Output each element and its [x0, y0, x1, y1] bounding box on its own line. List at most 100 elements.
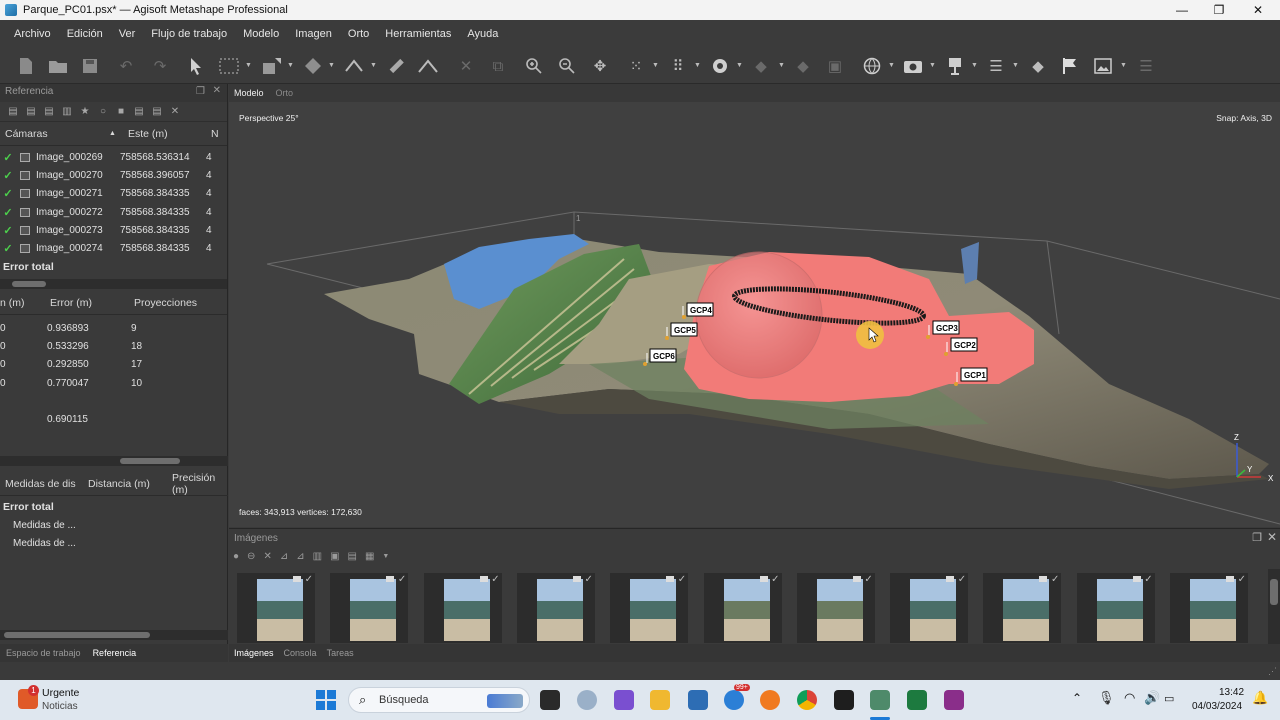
- menu-archivo[interactable]: Archivo: [6, 28, 59, 40]
- import-icon[interactable]: ▤: [6, 105, 20, 119]
- distance-col-header[interactable]: Distancia (m): [88, 478, 150, 490]
- maximize-button[interactable]: ❐: [1201, 0, 1237, 20]
- new-document-icon[interactable]: [16, 56, 36, 76]
- enable-icon[interactable]: ●: [233, 551, 239, 562]
- float-panel-icon[interactable]: ❐: [196, 86, 205, 97]
- windows-start-icon[interactable]: [316, 690, 336, 710]
- dropdown-arrow-icon[interactable]: ▼: [652, 62, 659, 69]
- pan-icon[interactable]: ✥: [590, 56, 610, 76]
- notepad-icon[interactable]: [688, 690, 708, 710]
- move-object-icon[interactable]: [303, 56, 323, 76]
- tab-imagenes[interactable]: Imágenes: [229, 648, 279, 658]
- image-thumbnail[interactable]: ✓: [890, 573, 969, 643]
- dropdown-arrow-icon[interactable]: ▼: [245, 62, 252, 69]
- cameras-col-header[interactable]: Cámaras: [5, 128, 48, 140]
- image-thumbnail[interactable]: ✓: [330, 573, 409, 643]
- globe-icon[interactable]: [862, 56, 882, 76]
- dropdown-arrow-icon[interactable]: ▼: [736, 62, 743, 69]
- dropdown-arrow-icon[interactable]: ▼: [287, 62, 294, 69]
- menu-ayuda[interactable]: Ayuda: [459, 28, 506, 40]
- thumbnail-check-icon[interactable]: ✓: [678, 574, 686, 585]
- image-thumbnail[interactable]: ✓: [1076, 573, 1155, 643]
- table-row[interactable]: 0 0.533296 18: [0, 337, 227, 355]
- mail-icon[interactable]: [724, 690, 744, 710]
- scalebars-col-header[interactable]: Medidas de dis: [5, 478, 76, 490]
- image-thumbnail[interactable]: ✓: [1170, 573, 1248, 643]
- image-thumbnail[interactable]: ✓: [983, 573, 1062, 643]
- check-icon[interactable]: ✓: [0, 151, 16, 164]
- check-icon[interactable]: ✓: [0, 224, 16, 237]
- projections-col-header[interactable]: Proyecciones: [134, 297, 197, 309]
- thumbnails-vertical-scrollbar[interactable]: [1268, 569, 1280, 645]
- view-source-icon[interactable]: ■: [114, 105, 128, 119]
- menu-orto[interactable]: Orto: [340, 28, 377, 40]
- undo-icon[interactable]: ↶: [116, 56, 136, 76]
- zoom-out-icon[interactable]: [557, 56, 577, 76]
- dropdown-arrow-icon[interactable]: ▼: [971, 62, 978, 69]
- table-row[interactable]: 0 0.936893 9: [0, 319, 227, 337]
- remove-icon[interactable]: ✕: [263, 551, 271, 562]
- excel-icon[interactable]: [907, 690, 927, 710]
- thumbnail-check-icon[interactable]: ✓: [958, 574, 966, 585]
- circle-icon[interactable]: ○: [96, 105, 110, 119]
- camera-icon[interactable]: [903, 56, 923, 76]
- thumbnail-check-icon[interactable]: ✓: [491, 574, 499, 585]
- tiled-model-icon[interactable]: ◆: [751, 56, 771, 76]
- image-thumbnail[interactable]: ✓: [423, 573, 502, 643]
- menu-herramientas[interactable]: Herramientas: [377, 28, 459, 40]
- dropdown-arrow-icon[interactable]: ▼: [328, 62, 335, 69]
- orthomosaic-icon[interactable]: ▣: [825, 56, 845, 76]
- clock-date[interactable]: 04/03/2024: [1192, 701, 1242, 712]
- dropdown-arrow-icon[interactable]: ▼: [1120, 62, 1127, 69]
- settings-icon[interactable]: ✕: [168, 105, 182, 119]
- terminal-icon[interactable]: [834, 690, 854, 710]
- table-row[interactable]: ✓ Image_000273 758568.384335 4: [0, 221, 227, 239]
- menu-ver[interactable]: Ver: [111, 28, 144, 40]
- wifi-icon[interactable]: ◠: [1124, 690, 1135, 706]
- thumbnail-check-icon[interactable]: ✓: [864, 574, 872, 585]
- thumbnail-check-icon[interactable]: ✓: [1051, 574, 1059, 585]
- check-icon[interactable]: ✓: [0, 187, 16, 200]
- tab-espacio-de-trabajo[interactable]: Espacio de trabajo: [0, 648, 87, 658]
- zoom-in-icon[interactable]: [524, 56, 544, 76]
- north-col-header[interactable]: N: [211, 128, 219, 140]
- image-thumbnail[interactable]: ✓: [610, 573, 689, 643]
- show-images-icon[interactable]: [1093, 56, 1113, 76]
- ruler-icon[interactable]: [386, 56, 406, 76]
- view-mode-icon[interactable]: ▦: [365, 551, 374, 562]
- save-icon[interactable]: [80, 56, 100, 76]
- dropdown-arrow-icon[interactable]: ▼: [1012, 62, 1019, 69]
- menu-edicion[interactable]: Edición: [59, 28, 111, 40]
- image-thumbnail[interactable]: ✓: [237, 573, 315, 643]
- resize-region-icon[interactable]: [262, 56, 282, 76]
- table-row[interactable]: Medidas de ...: [0, 516, 228, 534]
- app-icon[interactable]: [577, 690, 597, 710]
- dem-icon[interactable]: ◆: [793, 56, 813, 76]
- view-estimated-icon[interactable]: ▤: [132, 105, 146, 119]
- table-row[interactable]: Medidas de ...: [0, 535, 228, 553]
- filter-icon[interactable]: ▤: [348, 551, 357, 562]
- bell-icon[interactable]: 🔔: [1252, 690, 1268, 706]
- select-icon[interactable]: ▣: [330, 551, 339, 562]
- news-title[interactable]: Urgente: [42, 687, 79, 699]
- thumbnail-check-icon[interactable]: ✓: [585, 574, 593, 585]
- table-row[interactable]: 0 0.770047 10: [0, 374, 227, 392]
- error-col-header[interactable]: Error (m): [50, 297, 92, 309]
- redo-icon[interactable]: ↷: [150, 56, 170, 76]
- accuracy-col-header[interactable]: Precisión (m): [172, 472, 228, 496]
- table-row[interactable]: ✓ Image_000269 758568.536314 4: [0, 148, 227, 166]
- visual-studio-icon[interactable]: [614, 690, 634, 710]
- thumbnail-check-icon[interactable]: ✓: [305, 574, 313, 585]
- metashape-taskbar-icon[interactable]: [870, 690, 890, 710]
- delete-selection-icon[interactable]: ✕: [456, 56, 476, 76]
- tab-referencia[interactable]: Referencia: [87, 648, 143, 658]
- angle-icon[interactable]: [418, 56, 438, 76]
- resize-grip-icon[interactable]: ⋰: [1268, 666, 1277, 677]
- rectangle-selection-icon[interactable]: [219, 56, 239, 76]
- thumbnail-check-icon[interactable]: ✓: [1144, 574, 1152, 585]
- convert-icon[interactable]: ▤: [42, 105, 56, 119]
- tab-consola[interactable]: Consola: [279, 648, 322, 658]
- tray-chevron-icon[interactable]: ⌃: [1072, 691, 1082, 705]
- rotate-left-icon[interactable]: ⊿: [280, 551, 288, 562]
- menu-modelo[interactable]: Modelo: [235, 28, 287, 40]
